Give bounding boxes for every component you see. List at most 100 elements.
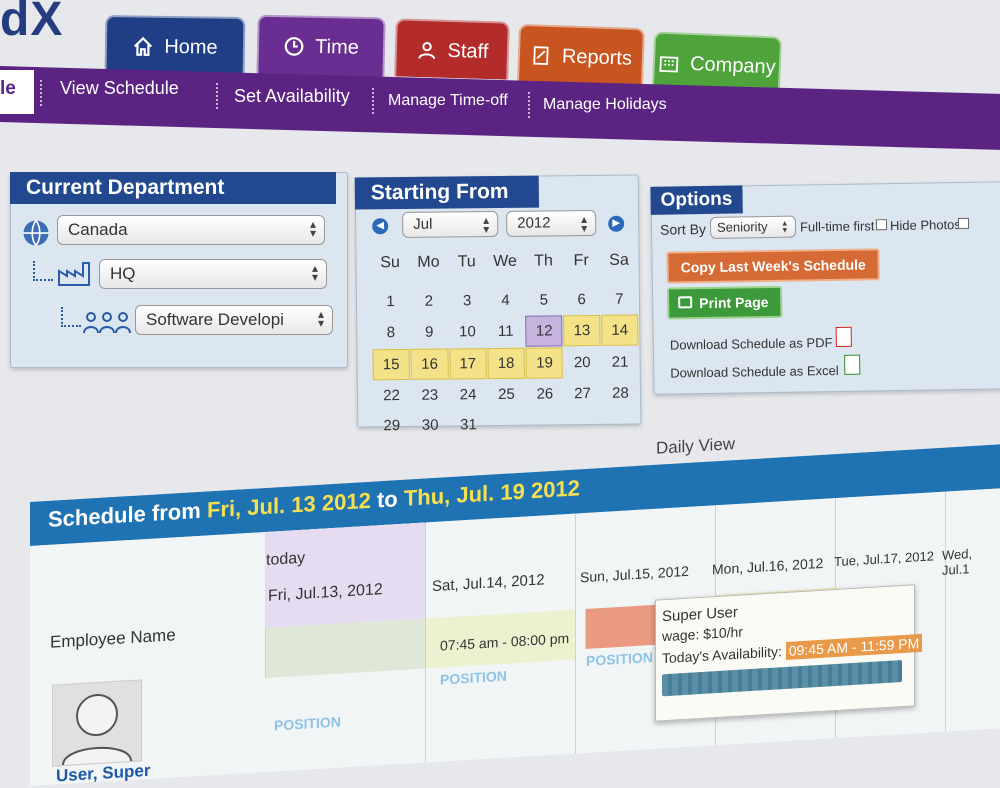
month-select-value: Jul [413, 215, 433, 233]
calendar-day-selected[interactable]: 13 [563, 314, 601, 347]
options-panel: Options Sort By Seniority ▴ ▾ Full-time fi… [650, 181, 1000, 395]
year-select[interactable]: 2012 ▴ ▾ [506, 209, 597, 237]
hide-photos-label: Hide Photos [889, 216, 961, 234]
pdf-icon [835, 326, 852, 347]
next-month-icon[interactable]: ▶ [608, 215, 625, 232]
calendar-week: 1234567 [372, 285, 638, 317]
tooltip-wage: wage: $10/hr [662, 623, 743, 645]
printer-icon [678, 296, 693, 309]
today-cell[interactable] [265, 618, 426, 679]
office-select-value: HQ [110, 264, 136, 283]
current-department-title: Current Department [10, 172, 336, 204]
sort-by-select[interactable]: Seniority ▴ ▾ [709, 215, 797, 239]
select-arrow-icon: ▴ ▾ [311, 261, 318, 284]
employee-avatar [52, 679, 142, 767]
tab-staff[interactable]: Staff [394, 18, 510, 80]
calendar-day[interactable]: 20 [564, 347, 601, 378]
select-arrow-icon: ▴ ▾ [309, 217, 316, 240]
calendar-week: 8 9 10 11 12 13 14 [372, 314, 639, 349]
day-header: Sun, Jul.15, 2012 [580, 562, 689, 586]
calendar-day-selected[interactable]: 18 [487, 347, 526, 380]
team-select[interactable]: Software Developi ▴ ▾ [135, 305, 333, 335]
calendar-day[interactable]: 25 [487, 380, 525, 409]
download-pdf-link[interactable]: Download Schedule as PDF [670, 335, 833, 353]
calendar-day[interactable]: 26 [526, 379, 563, 408]
calendar-day-selected[interactable]: 15 [372, 348, 410, 381]
availability-tooltip: Super User wage: $10/hr Today's Availabi… [655, 584, 923, 722]
tab-home[interactable]: Home [104, 15, 246, 75]
calendar-day[interactable]: 7 [601, 285, 638, 314]
calendar-day[interactable]: 2 [410, 287, 448, 316]
subnav-active-tab[interactable]: le [0, 70, 34, 114]
sort-by-label: Sort By [659, 220, 707, 238]
full-time-first-checkbox[interactable] [875, 219, 888, 231]
calendar-day-today[interactable]: 12 [525, 315, 563, 347]
user-silhouette-icon [62, 693, 132, 766]
calendar-day[interactable]: 27 [564, 379, 601, 408]
calendar-day[interactable]: 11 [487, 316, 525, 347]
subnav-divider [40, 80, 43, 106]
calendar-day[interactable]: 9 [410, 317, 448, 348]
current-department-panel: Current Department Canada ▴ ▾ HQ ▴ ▾ Softwar… [10, 172, 348, 368]
position-label: POSITION [274, 713, 341, 734]
tab-reports[interactable]: Reports [517, 23, 645, 87]
prev-month-icon[interactable]: ◀ [372, 218, 389, 235]
calendar-day[interactable]: 10 [449, 316, 486, 347]
select-arrow-icon: ▴ ▾ [581, 212, 588, 236]
employee-name-header: Employee Name [50, 625, 176, 652]
full-time-first-label: Full-time first [799, 218, 875, 235]
month-select[interactable]: Jul ▴ ▾ [402, 210, 499, 238]
subnav-divider [528, 92, 531, 118]
subnav-manage-time-off[interactable]: Manage Time-off [388, 92, 508, 110]
calendar-day[interactable]: 23 [411, 381, 449, 410]
calendar-day[interactable]: 24 [450, 380, 487, 409]
copy-last-week-button[interactable]: Copy Last Week's Schedule [666, 248, 881, 284]
calendar-day[interactable]: 1 [372, 287, 409, 316]
globe-icon [23, 219, 49, 247]
tab-company-label: Company [689, 52, 777, 79]
schedule-prefix: Schedule from [48, 497, 201, 532]
calendar-day[interactable]: 3 [449, 286, 486, 315]
calendar-day[interactable]: 21 [601, 347, 638, 378]
weekday-label: Sa [609, 251, 629, 269]
tab-reports-label: Reports [561, 45, 633, 70]
availability-label: Today's Availability: [662, 643, 782, 667]
tab-time-label: Time [314, 35, 360, 59]
tree-connector [33, 261, 53, 281]
subnav-view-schedule[interactable]: View Schedule [60, 78, 179, 99]
subnav-divider [372, 88, 375, 114]
calendar-day-selected[interactable]: 17 [449, 348, 487, 380]
employee-name-link[interactable]: User, Super [56, 761, 151, 787]
select-arrow-icon: ▴ ▾ [782, 217, 788, 235]
weekday-label: Fr [573, 252, 589, 270]
print-page-button[interactable]: Print Page [666, 285, 783, 320]
calendar-day[interactable]: 5 [525, 285, 562, 314]
calendar-day-selected[interactable]: 16 [410, 348, 449, 380]
weekday-row: Su Mo Tu We Th Fr Sa [371, 245, 637, 280]
subnav-manage-holidays[interactable]: Manage Holidays [543, 96, 667, 114]
tree-connector [61, 307, 81, 327]
calendar-day[interactable]: 4 [486, 286, 524, 315]
schedule-section: Daily View Schedule from Fri, Jul. 13 20… [30, 381, 1000, 786]
calendar-day[interactable]: 6 [563, 285, 600, 314]
starting-from-title: Starting From [354, 175, 540, 210]
calendar-day[interactable]: 8 [372, 317, 409, 348]
hide-photos-checkbox[interactable] [957, 217, 970, 230]
calendar-day-selected[interactable]: 19 [525, 347, 564, 379]
availability-bar[interactable] [662, 660, 902, 697]
daily-view-tab[interactable]: Daily View [656, 434, 735, 459]
team-select-value: Software Developi [146, 310, 284, 329]
calendar-day-selected[interactable]: 14 [601, 314, 639, 346]
office-select[interactable]: HQ ▴ ▾ [99, 259, 327, 289]
country-select[interactable]: Canada ▴ ▾ [57, 215, 325, 245]
select-arrow-icon: ▴ ▾ [483, 213, 490, 237]
starting-from-panel: Starting From ◀ Jul ▴ ▾ 2012 ▴ ▾ ▶ Su Mo Tu We T… [354, 174, 642, 434]
calendar-week: 15 16 17 18 19 20 21 [372, 347, 638, 381]
subnav-set-availability[interactable]: Set Availability [234, 86, 350, 107]
schedule-from-date: Fri, Jul. 13 2012 [206, 487, 371, 523]
year-select-value: 2012 [517, 214, 551, 232]
download-excel-link[interactable]: Download Schedule as Excel [670, 363, 839, 381]
day-header: Tue, Jul.17, 2012 [834, 548, 934, 570]
day-header: Sat, Jul.14, 2012 [432, 571, 545, 596]
calendar-day[interactable]: 22 [373, 381, 410, 410]
